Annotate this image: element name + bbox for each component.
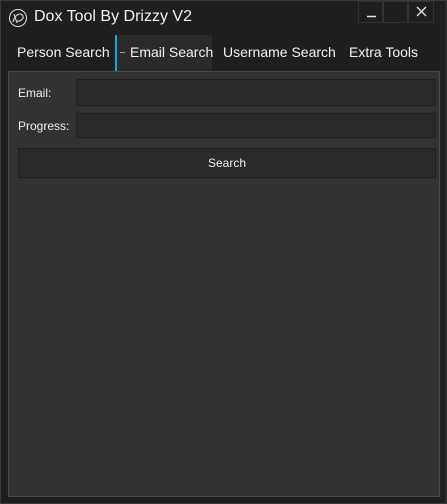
tab-email-search[interactable]: Email Search	[115, 35, 214, 71]
email-label: Email:	[18, 86, 52, 100]
maximize-button[interactable]	[383, 1, 408, 23]
tab-person-search[interactable]: Person Search	[17, 35, 110, 71]
app-logo-icon	[8, 8, 28, 28]
email-input[interactable]	[76, 79, 436, 106]
tab-username-search[interactable]: Username Search	[223, 35, 336, 71]
selected-tab-marker	[120, 52, 125, 53]
tab-label: Person Search	[17, 44, 110, 60]
window-title: Dox Tool By Drizzy V2	[34, 8, 192, 25]
progress-label: Progress:	[18, 119, 70, 133]
tab-extra-tools[interactable]: Extra Tools	[349, 35, 418, 71]
app-window: Dox Tool By Drizzy V2 Person Search Emai…	[0, 0, 447, 504]
email-search-panel: Email: Progress: Search	[8, 71, 440, 497]
tab-label: Username Search	[223, 44, 336, 60]
close-icon	[416, 6, 427, 17]
tab-label: Extra Tools	[349, 44, 418, 60]
minimize-button[interactable]	[358, 1, 383, 23]
search-button[interactable]: Search	[18, 148, 436, 178]
close-button[interactable]	[408, 1, 434, 23]
maximize-icon	[384, 2, 409, 24]
tab-label: Email Search	[130, 44, 214, 60]
progress-bar	[76, 113, 436, 138]
minimize-icon	[367, 15, 376, 18]
title-bar[interactable]: Dox Tool By Drizzy V2	[1, 1, 446, 35]
tab-bar: Person Search Email Search Username Sear…	[1, 35, 446, 71]
